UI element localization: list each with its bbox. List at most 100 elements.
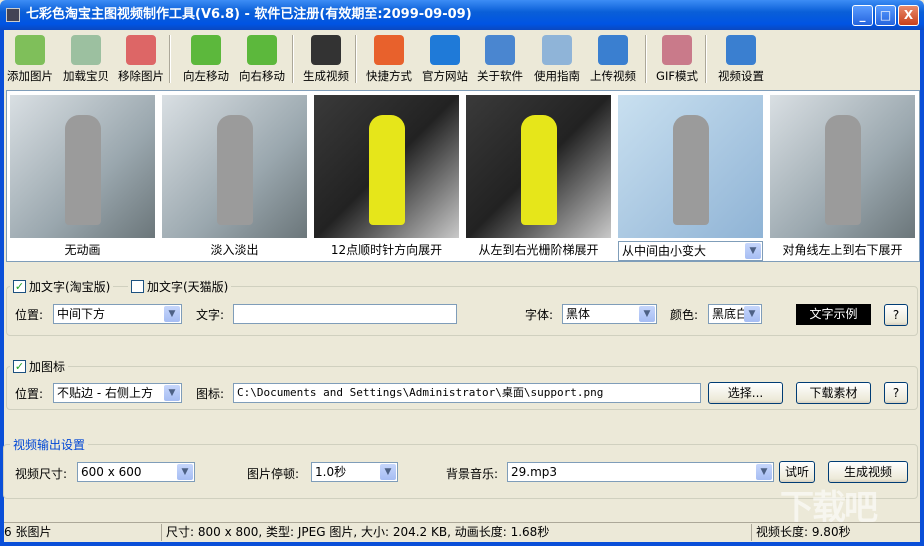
cubes-icon xyxy=(374,35,404,65)
music-select[interactable]: 29.mp3 ▼ xyxy=(507,462,774,482)
add-image-icon xyxy=(15,35,45,65)
tmall-text-label: 加文字(天猫版) xyxy=(147,280,229,294)
toolbar-button-0[interactable]: 添加图片 xyxy=(2,33,58,85)
toolbar-button-label: 使用指南 xyxy=(534,69,580,83)
toolbar-button-3[interactable]: 向左移动 xyxy=(178,33,234,85)
transition-effect-label[interactable]: 12点顺时针方向展开 xyxy=(314,241,459,258)
chevron-down-icon[interactable]: ▼ xyxy=(744,306,760,322)
music-label: 背景音乐: xyxy=(446,467,499,481)
toolbar-button-10[interactable]: 上传视频 xyxy=(585,33,641,85)
title-bar: 七彩色淘宝主图视频制作工具(V6.8) - 软件已注册(有效期至:2099-09… xyxy=(0,0,924,30)
tmall-text-checkbox[interactable] xyxy=(131,280,144,293)
app-icon xyxy=(6,8,20,22)
add-icon-option[interactable]: ✓ 加图标 xyxy=(10,358,69,375)
toolbar-button-4[interactable]: 向右移动 xyxy=(234,33,290,85)
toolbar-button-2[interactable]: 移除图片 xyxy=(113,33,169,85)
text-sample: 文字示例 xyxy=(796,304,871,325)
text-help-button[interactable]: ? xyxy=(884,304,908,326)
upload-globe-icon xyxy=(598,35,628,65)
tmall-text-option[interactable]: 加文字(天猫版) xyxy=(128,278,232,295)
text-position-select[interactable]: 中间下方 ▼ xyxy=(53,304,182,324)
icon-help-button[interactable]: ? xyxy=(884,382,908,404)
toolbar-button-1[interactable]: 加载宝贝 xyxy=(58,33,114,85)
font-select[interactable]: 黑体 ▼ xyxy=(562,304,657,324)
chevron-down-icon[interactable]: ▼ xyxy=(745,243,761,259)
thumbnail-image[interactable] xyxy=(618,95,763,238)
output-section-title: 视频输出设置 xyxy=(10,436,89,453)
close-button[interactable]: X xyxy=(898,5,919,26)
toolbar-button-label: 加载宝贝 xyxy=(63,69,109,83)
text-label: 文字: xyxy=(196,308,225,322)
pause-value: 1.0秒 xyxy=(315,465,347,479)
transition-effect-label[interactable]: 从左到右光栅阶梯展开 xyxy=(466,241,611,258)
video-size-select[interactable]: 600 x 600 ▼ xyxy=(77,462,195,482)
toolbar-button-7[interactable]: 官方网站 xyxy=(417,33,473,85)
toolbar-button-label: GIF模式 xyxy=(656,69,698,83)
chevron-down-icon[interactable]: ▼ xyxy=(756,464,772,480)
gif-film-icon xyxy=(662,35,692,65)
thumbnail-image[interactable] xyxy=(770,95,915,238)
chevron-down-icon[interactable]: ▼ xyxy=(177,464,193,480)
model-figure xyxy=(824,115,861,225)
icon-position-label: 位置: xyxy=(15,387,44,401)
position-label: 位置: xyxy=(15,308,44,322)
color-label: 颜色: xyxy=(670,308,699,322)
text-input[interactable] xyxy=(233,304,457,324)
maximize-button[interactable]: □ xyxy=(875,5,896,26)
thumbnail-image[interactable] xyxy=(314,95,459,238)
video-size-value: 600 x 600 xyxy=(81,465,142,479)
pause-select[interactable]: 1.0秒 ▼ xyxy=(311,462,398,482)
window-title: 七彩色淘宝主图视频制作工具(V6.8) - 软件已注册(有效期至:2099-09… xyxy=(26,7,472,22)
toolbar-button-label: 快捷方式 xyxy=(366,69,412,83)
taobao-text-option[interactable]: ✓ 加文字(淘宝版) xyxy=(10,278,114,295)
thumbnail-image[interactable] xyxy=(162,95,307,238)
add-icon-checkbox[interactable]: ✓ xyxy=(13,360,26,373)
toolbar-button-label: 添加图片 xyxy=(7,69,53,83)
download-material-button[interactable]: 下载素材 xyxy=(796,382,871,404)
choose-icon-button[interactable]: 选择... xyxy=(708,382,783,404)
add-icon-label: 加图标 xyxy=(29,360,66,374)
toolbar-separator xyxy=(355,35,357,83)
chevron-down-icon[interactable]: ▼ xyxy=(164,306,180,322)
music-value: 29.mp3 xyxy=(511,465,558,479)
taobao-text-label: 加文字(淘宝版) xyxy=(29,280,111,294)
toolbar-separator xyxy=(292,35,294,83)
toolbar-button-9[interactable]: 使用指南 xyxy=(529,33,585,85)
minimize-button[interactable]: _ xyxy=(852,5,873,26)
color-select[interactable]: 黑底白字 ▼ xyxy=(708,304,762,324)
toolbar-button-5[interactable]: 生成视频 xyxy=(298,33,354,85)
arrow-left-icon xyxy=(191,35,221,65)
toolbar-button-8[interactable]: 关于软件 xyxy=(472,33,528,85)
model-figure xyxy=(216,115,253,225)
toolbar-button-6[interactable]: 快捷方式 xyxy=(361,33,417,85)
transition-effect-select[interactable]: 从中间由小变大 ▼ xyxy=(618,241,763,261)
toolbar-button-label: 关于软件 xyxy=(477,69,523,83)
transition-effect-value: 从中间由小变大 xyxy=(622,244,707,258)
arrow-right-icon xyxy=(247,35,277,65)
toolbar-button-label: 官方网站 xyxy=(422,69,468,83)
clapperboard-icon xyxy=(311,35,341,65)
chevron-down-icon[interactable]: ▼ xyxy=(380,464,396,480)
icon-position-select[interactable]: 不贴边 - 右侧上方 ▼ xyxy=(53,383,182,403)
thumbnail-image[interactable] xyxy=(466,95,611,238)
chevron-down-icon[interactable]: ▼ xyxy=(639,306,655,322)
icon-path-input[interactable]: C:\Documents and Settings\Administrator\… xyxy=(233,383,701,403)
toolbar-separator xyxy=(645,35,647,83)
toolbar-button-label: 上传视频 xyxy=(590,69,636,83)
chevron-down-icon[interactable]: ▼ xyxy=(164,385,180,401)
toolbar-button-11[interactable]: GIF模式 xyxy=(649,33,705,85)
remove-image-icon xyxy=(126,35,156,65)
transition-effect-label[interactable]: 淡入淡出 xyxy=(162,241,307,258)
thumbnail-image[interactable] xyxy=(10,95,155,238)
transition-effect-label[interactable]: 无动画 xyxy=(10,241,155,258)
font-label: 字体: xyxy=(525,308,554,322)
toolbar-button-label: 视频设置 xyxy=(718,69,764,83)
toolbar-button-12[interactable]: 视频设置 xyxy=(713,33,769,85)
taobao-text-checkbox[interactable]: ✓ xyxy=(13,280,26,293)
icon-position-value: 不贴边 - 右侧上方 xyxy=(57,386,153,400)
transition-effect-label[interactable]: 对角线左上到右下展开 xyxy=(770,241,915,258)
guide-icon xyxy=(542,35,572,65)
gear-icon xyxy=(726,35,756,65)
window-frame xyxy=(0,542,924,546)
pause-label: 图片停顿: xyxy=(247,467,300,481)
